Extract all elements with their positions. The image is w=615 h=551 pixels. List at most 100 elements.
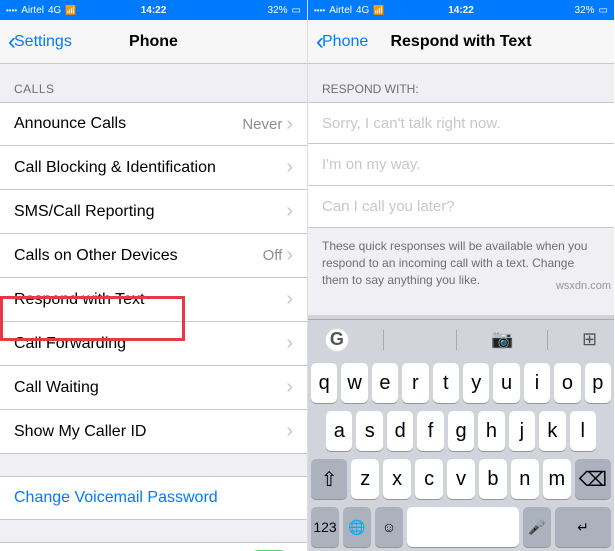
- placeholder-text: Sorry, I can't talk right now.: [322, 115, 501, 132]
- chevron-right-icon: ›: [286, 420, 293, 443]
- signal-icon: [6, 5, 17, 16]
- key-123[interactable]: 123: [311, 507, 339, 547]
- carrier-label: Airtel: [329, 5, 352, 16]
- chevron-right-icon: ›: [286, 332, 293, 355]
- row-label: Call Waiting: [14, 379, 99, 397]
- key-b[interactable]: b: [479, 459, 507, 499]
- keyboard-row-2: a s d f g h j k l: [308, 407, 614, 455]
- back-label: Phone: [322, 33, 368, 51]
- key-return[interactable]: ↵: [555, 507, 611, 547]
- key-space[interactable]: [407, 507, 519, 547]
- google-icon[interactable]: G: [325, 328, 349, 352]
- gif-icon[interactable]: ⊞: [582, 329, 597, 350]
- wifi-icon: [65, 5, 76, 16]
- nav-bar: ‹ Phone Respond with Text: [308, 20, 614, 64]
- row-sms-reporting[interactable]: SMS/Call Reporting ›: [0, 190, 307, 234]
- row-change-voicemail-password[interactable]: Change Voicemail Password: [0, 476, 307, 520]
- keyboard-row-4: 123 🌐 ☺ 🎤 ↵: [308, 503, 614, 551]
- keyboard-toolbar: G 📷 ⊞: [308, 319, 614, 359]
- key-i[interactable]: i: [524, 363, 550, 403]
- chevron-right-icon: ›: [286, 288, 293, 311]
- key-n[interactable]: n: [511, 459, 539, 499]
- battery-label: 32%: [268, 5, 288, 16]
- chevron-right-icon: ›: [286, 113, 293, 136]
- row-label: Calls on Other Devices: [14, 247, 178, 265]
- key-emoji[interactable]: ☺: [375, 507, 403, 547]
- battery-icon: [599, 5, 608, 16]
- nav-bar: ‹ Settings Phone: [0, 20, 307, 64]
- separator: [456, 330, 457, 350]
- highlight-box: [0, 296, 185, 341]
- key-t[interactable]: t: [433, 363, 459, 403]
- wifi-icon: [373, 5, 384, 16]
- key-a[interactable]: a: [326, 411, 352, 451]
- row-label: Show My Caller ID: [14, 423, 146, 441]
- camera-icon[interactable]: 📷: [491, 329, 513, 350]
- status-bar: Airtel 4G 14:22 32%: [308, 0, 614, 20]
- key-u[interactable]: u: [493, 363, 519, 403]
- clock: 14:22: [141, 5, 167, 16]
- battery-label: 32%: [575, 5, 595, 16]
- key-r[interactable]: r: [402, 363, 428, 403]
- key-m[interactable]: m: [543, 459, 571, 499]
- row-label: SMS/Call Reporting: [14, 203, 155, 221]
- chevron-right-icon: ›: [286, 244, 293, 267]
- response-input-3[interactable]: Can I call you later?: [308, 186, 614, 228]
- row-calls-other-devices[interactable]: Calls on Other Devices Off›: [0, 234, 307, 278]
- key-g[interactable]: g: [448, 411, 474, 451]
- keyboard: G 📷 ⊞ q w e r t y u i o p a: [308, 315, 614, 551]
- back-button[interactable]: ‹ Settings: [8, 30, 72, 54]
- key-v[interactable]: v: [447, 459, 475, 499]
- row-dial-assist: Dial Assist: [0, 542, 307, 551]
- key-y[interactable]: y: [463, 363, 489, 403]
- row-show-caller-id[interactable]: Show My Caller ID ›: [0, 410, 307, 454]
- placeholder-text: Can I call you later?: [322, 198, 455, 215]
- network-label: 4G: [48, 5, 61, 16]
- key-o[interactable]: o: [554, 363, 580, 403]
- key-h[interactable]: h: [478, 411, 504, 451]
- page-title: Phone: [129, 33, 178, 51]
- response-input-2[interactable]: I'm on my way.: [308, 144, 614, 186]
- page-title: Respond with Text: [390, 33, 531, 51]
- back-label: Settings: [14, 33, 72, 51]
- chevron-right-icon: ›: [286, 200, 293, 223]
- key-k[interactable]: k: [539, 411, 565, 451]
- key-e[interactable]: e: [372, 363, 398, 403]
- battery-icon: [292, 5, 301, 16]
- key-p[interactable]: p: [585, 363, 611, 403]
- section-header-calls: CALLS: [0, 74, 307, 102]
- placeholder-text: I'm on my way.: [322, 156, 420, 173]
- back-button[interactable]: ‹ Phone: [316, 30, 368, 54]
- key-f[interactable]: f: [417, 411, 443, 451]
- chevron-right-icon: ›: [286, 376, 293, 399]
- key-w[interactable]: w: [341, 363, 367, 403]
- key-s[interactable]: s: [356, 411, 382, 451]
- key-q[interactable]: q: [311, 363, 337, 403]
- row-label: Call Blocking & Identification: [14, 159, 216, 177]
- row-call-waiting[interactable]: Call Waiting ›: [0, 366, 307, 410]
- key-l[interactable]: l: [570, 411, 596, 451]
- chevron-right-icon: ›: [286, 156, 293, 179]
- phone-settings-pane: Airtel 4G 14:22 32% ‹ Settings Phone CAL…: [0, 0, 307, 551]
- suggestion-slot[interactable]: [417, 329, 422, 350]
- clock: 14:22: [448, 5, 474, 16]
- response-input-1[interactable]: Sorry, I can't talk right now.: [308, 102, 614, 144]
- key-x[interactable]: x: [383, 459, 411, 499]
- separator: [547, 330, 548, 350]
- key-mic[interactable]: 🎤: [523, 507, 551, 547]
- key-z[interactable]: z: [351, 459, 379, 499]
- keyboard-row-3: ⇧ z x c v b n m ⌫: [308, 455, 614, 503]
- respond-with-text-pane: Airtel 4G 14:22 32% ‹ Phone Respond with…: [307, 0, 614, 551]
- carrier-label: Airtel: [21, 5, 44, 16]
- key-shift[interactable]: ⇧: [311, 459, 347, 499]
- key-c[interactable]: c: [415, 459, 443, 499]
- row-label: Announce Calls: [14, 115, 126, 133]
- keyboard-row-1: q w e r t y u i o p: [308, 359, 614, 407]
- key-globe[interactable]: 🌐: [343, 507, 371, 547]
- row-announce-calls[interactable]: Announce Calls Never›: [0, 102, 307, 146]
- key-backspace[interactable]: ⌫: [575, 459, 611, 499]
- watermark: wsxdn.com: [556, 280, 611, 292]
- row-call-blocking[interactable]: Call Blocking & Identification ›: [0, 146, 307, 190]
- key-j[interactable]: j: [509, 411, 535, 451]
- key-d[interactable]: d: [387, 411, 413, 451]
